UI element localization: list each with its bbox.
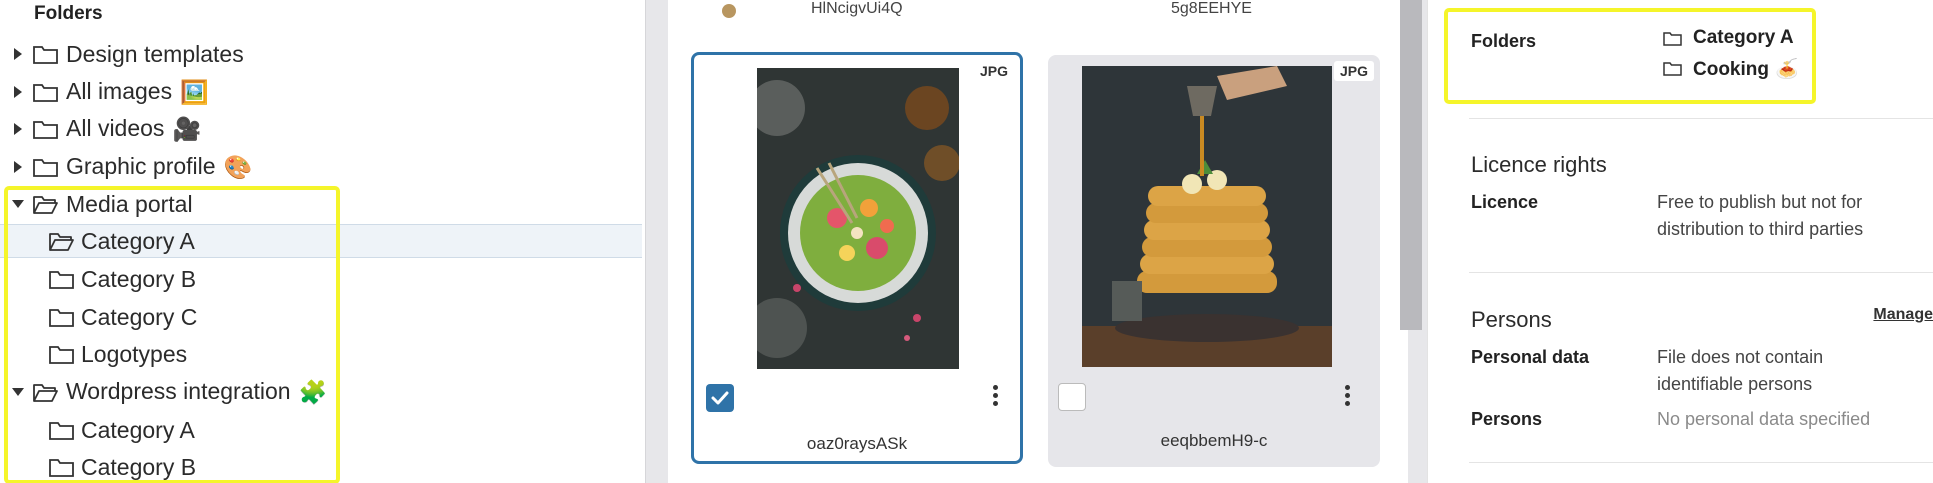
folder-icon [33,121,58,139]
personal-data-label: Personal data [1471,347,1590,367]
food-bowl-thumbnail [757,68,959,369]
spaghetti-emoji-icon: 🍝 [1775,59,1799,80]
tree-item-label: All images [66,77,173,104]
file-name: HlNcigvUi4Q [811,0,903,17]
more-options-icon[interactable] [1345,385,1351,407]
licence-value-line-1: Free to publish but not for [1657,192,1863,212]
expand-arrow-icon[interactable] [14,86,22,98]
status-dot-icon [722,4,736,18]
select-checkbox[interactable] [1058,383,1086,411]
pancake-stack-thumbnail [1082,66,1332,367]
divider [1469,462,1933,463]
manage-link[interactable]: Manage [1873,306,1933,324]
file-grid-panel: HlNcigvUi4Q 5g8EEHYE JPG oaz0raysASk JPG… [645,0,1427,483]
highlight-box [4,186,340,483]
licence-label: Licence [1471,192,1539,212]
persons-value: No personal data specified [1657,409,1871,429]
folder-icon [1663,32,1682,46]
folder-icon [33,84,58,102]
details-panel: Folders Category A Cooking 🍝 Licence righ… [1427,0,1933,483]
tree-item-label: Graphic profile [66,152,216,179]
more-options-icon[interactable] [993,385,999,407]
tree-item-all-videos[interactable]: All videos 🎥 [0,112,642,146]
video-camera-emoji-icon: 🎥 [172,116,202,143]
expand-arrow-icon[interactable] [14,123,22,135]
select-checkbox[interactable] [706,384,734,412]
file-type-badge: JPG [1333,61,1374,81]
licence-value-line-2: distribution to third parties [1657,219,1864,239]
picture-emoji-icon: 🖼️ [180,79,209,106]
tree-item-label: All videos [66,114,165,141]
file-name: oaz0raysASk [806,434,908,453]
tree-item-design-templates[interactable]: Design templates [0,37,642,71]
divider [1469,118,1933,119]
folder-icon [33,46,58,64]
palette-emoji-icon: 🎨 [223,154,253,181]
tree-title: Folders [34,3,103,24]
highlight-box [1444,8,1816,104]
file-card-selected[interactable]: JPG oaz0raysASk [691,52,1023,464]
file-name: 5g8EEHYE [1171,0,1252,17]
scrollbar[interactable] [1400,0,1422,330]
folder-icon [1663,62,1682,76]
file-type-badge: JPG [973,61,1014,81]
checkmark-icon [711,391,729,405]
expand-arrow-icon[interactable] [14,161,22,173]
divider [1469,272,1933,273]
tree-item-graphic-profile[interactable]: Graphic profile 🎨 [0,150,642,184]
licence-heading: Licence rights [1471,152,1607,177]
personal-data-value-line-2: identifiable persons [1657,374,1813,394]
file-grid: HlNcigvUi4Q 5g8EEHYE JPG oaz0raysASk JPG… [668,0,1408,483]
file-card[interactable]: JPG eeqbbemH9-c [1048,55,1380,467]
folders-label: Folders [1471,31,1537,51]
personal-data-value-line-1: File does not contain [1657,347,1824,367]
folder-chip-label: Cooking [1693,59,1769,80]
tree-item-label: Design templates [66,40,244,67]
folder-icon [33,159,58,177]
persons-heading: Persons [1471,307,1552,332]
file-name: eeqbbemH9-c [1160,431,1268,450]
expand-arrow-icon[interactable] [14,48,22,60]
persons-label: Persons [1471,409,1543,429]
folder-chip-label: Category A [1693,27,1794,48]
tree-item-all-images[interactable]: All images 🖼️ [0,75,642,109]
folder-tree: Folders Design templates All images 🖼️ Al… [0,0,645,483]
